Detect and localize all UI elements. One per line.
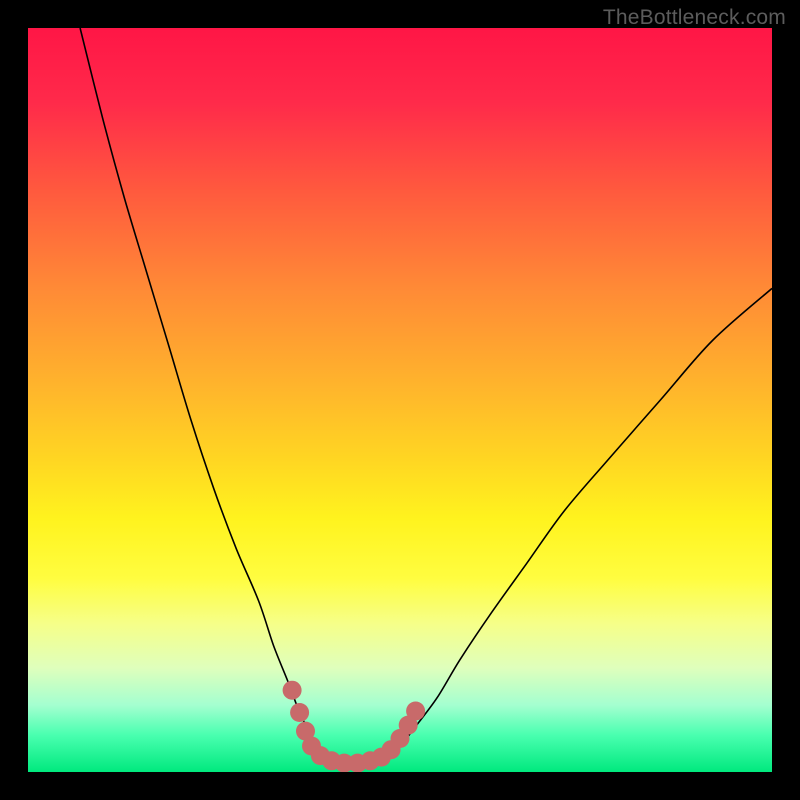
chart-plot-area [28, 28, 772, 772]
marker-point [406, 702, 425, 721]
marker-point [290, 703, 309, 722]
chart-svg [28, 28, 772, 772]
curve-layer [80, 28, 772, 766]
chart-frame: TheBottleneck.com [0, 0, 800, 800]
marker-layer [283, 681, 426, 772]
marker-point [283, 681, 302, 700]
bottleneck-curve [80, 28, 772, 766]
watermark-text: TheBottleneck.com [603, 6, 786, 30]
